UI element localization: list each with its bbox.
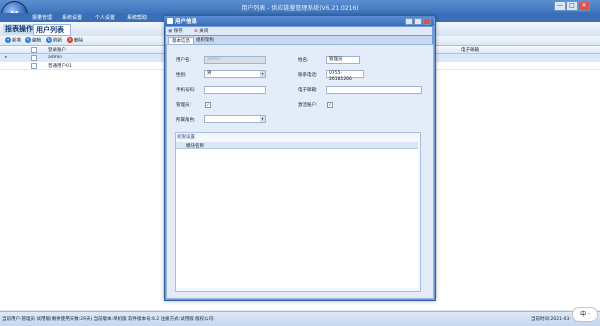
column-header-email[interactable]: 电子邮箱 xyxy=(461,47,479,53)
dialog-save-button[interactable]: ▣ 保存 xyxy=(168,28,183,34)
delete-button[interactable]: ✕ 删除 xyxy=(65,37,85,44)
cell-account: admin xyxy=(48,55,63,60)
role-select[interactable]: ▾ xyxy=(204,115,266,123)
close-icon: ⊗ xyxy=(194,29,198,34)
column-header-account[interactable]: 登录账户 xyxy=(48,47,66,53)
gender-value: 男 xyxy=(207,71,212,76)
close-label: 关闭 xyxy=(199,29,209,34)
role-label: 所属角色: xyxy=(176,118,196,123)
email-field[interactable] xyxy=(326,86,422,94)
refresh-label: 刷新 xyxy=(53,38,62,44)
maximize-button[interactable]: □ xyxy=(566,1,578,11)
row-pointer-icon: ▸ xyxy=(5,55,8,60)
mobile-field[interactable] xyxy=(204,86,266,94)
dialog-logo-icon xyxy=(167,18,173,24)
add-icon: + xyxy=(5,37,11,43)
chevron-down-icon[interactable]: ▾ xyxy=(260,71,265,77)
dialog-title: 用户信息 xyxy=(175,19,198,25)
admin-label: 管理员: xyxy=(176,103,192,108)
menu-item-report[interactable]: 报量管理 xyxy=(32,14,52,21)
save-label: 保存 xyxy=(173,29,183,34)
refresh-button[interactable]: ↻ 刷新 xyxy=(44,37,64,44)
edit-button[interactable]: ✎ 编辑 xyxy=(23,37,43,44)
refresh-icon: ↻ xyxy=(46,37,52,43)
select-all-checkbox[interactable] xyxy=(31,47,37,53)
active-label: 激活账户: xyxy=(298,103,318,108)
edit-icon: ✎ xyxy=(25,37,31,43)
status-text: 当前用户:管理员 试用版(剩余使用天数:29天) 当前版本:单机版 软件版本号:… xyxy=(2,317,215,322)
admin-checkbox[interactable]: ✓ xyxy=(205,102,211,108)
save-icon: ▣ xyxy=(168,29,173,34)
chevron-down-icon[interactable]: ▾ xyxy=(260,116,265,122)
tab-organization[interactable]: 组织架构 xyxy=(193,37,217,44)
active-checkbox[interactable]: ✓ xyxy=(327,102,333,108)
delete-label: 删除 xyxy=(74,38,83,44)
dialog-close-button[interactable]: ⊗ 关闭 xyxy=(194,28,208,34)
menu-item-system[interactable]: 系统设置 xyxy=(62,14,82,21)
username-label: 用户名: xyxy=(176,58,192,63)
permissions-header xyxy=(176,142,418,149)
gender-select[interactable]: 男 ▾ xyxy=(204,70,266,78)
minimize-button[interactable]: — xyxy=(554,1,566,11)
dialog-minimize-button[interactable] xyxy=(405,18,413,25)
username-field[interactable]: admin xyxy=(204,56,266,64)
title-bar: 用户列表 - 供应链量管理系统(V6.21.0216) xyxy=(0,0,600,13)
permissions-grid[interactable] xyxy=(176,149,418,288)
menu-item-personal[interactable]: 个人设置 xyxy=(95,14,115,21)
close-window-button[interactable]: ✕ xyxy=(578,1,590,11)
permissions-title: 权限设置 xyxy=(177,135,195,140)
ime-indicator[interactable]: 中 · xyxy=(572,307,598,322)
mobile-label: 手机号码: xyxy=(176,88,196,93)
email-label: 电子邮箱: xyxy=(298,88,318,93)
row-checkbox[interactable] xyxy=(31,63,37,69)
window-title: 用户列表 - 供应链量管理系统(V6.21.0216) xyxy=(241,5,359,12)
add-button[interactable]: + 新增 xyxy=(3,37,23,44)
dialog-close-window-button[interactable] xyxy=(423,18,431,25)
name-field[interactable]: 管理员 xyxy=(326,56,360,64)
phone-label: 联系电话: xyxy=(298,73,318,78)
gender-label: 性别: xyxy=(176,73,187,78)
row-checkbox[interactable] xyxy=(31,55,37,61)
phone-field[interactable]: 0755-26181266 xyxy=(326,70,364,82)
delete-icon: ✕ xyxy=(67,37,73,43)
status-time: 当前时间:2021-03- xyxy=(531,317,571,322)
add-label: 新增 xyxy=(12,38,21,44)
tab-user-list[interactable]: 用户列表 xyxy=(33,24,71,36)
edit-label: 编辑 xyxy=(32,38,41,44)
dialog-title-bar xyxy=(164,16,434,26)
dialog-maximize-button[interactable] xyxy=(414,18,422,25)
cell-account: 普通用户01 xyxy=(48,64,72,69)
menu-item-help[interactable]: 系统帮助 xyxy=(127,14,147,21)
name-label: 姓名: xyxy=(298,58,309,63)
